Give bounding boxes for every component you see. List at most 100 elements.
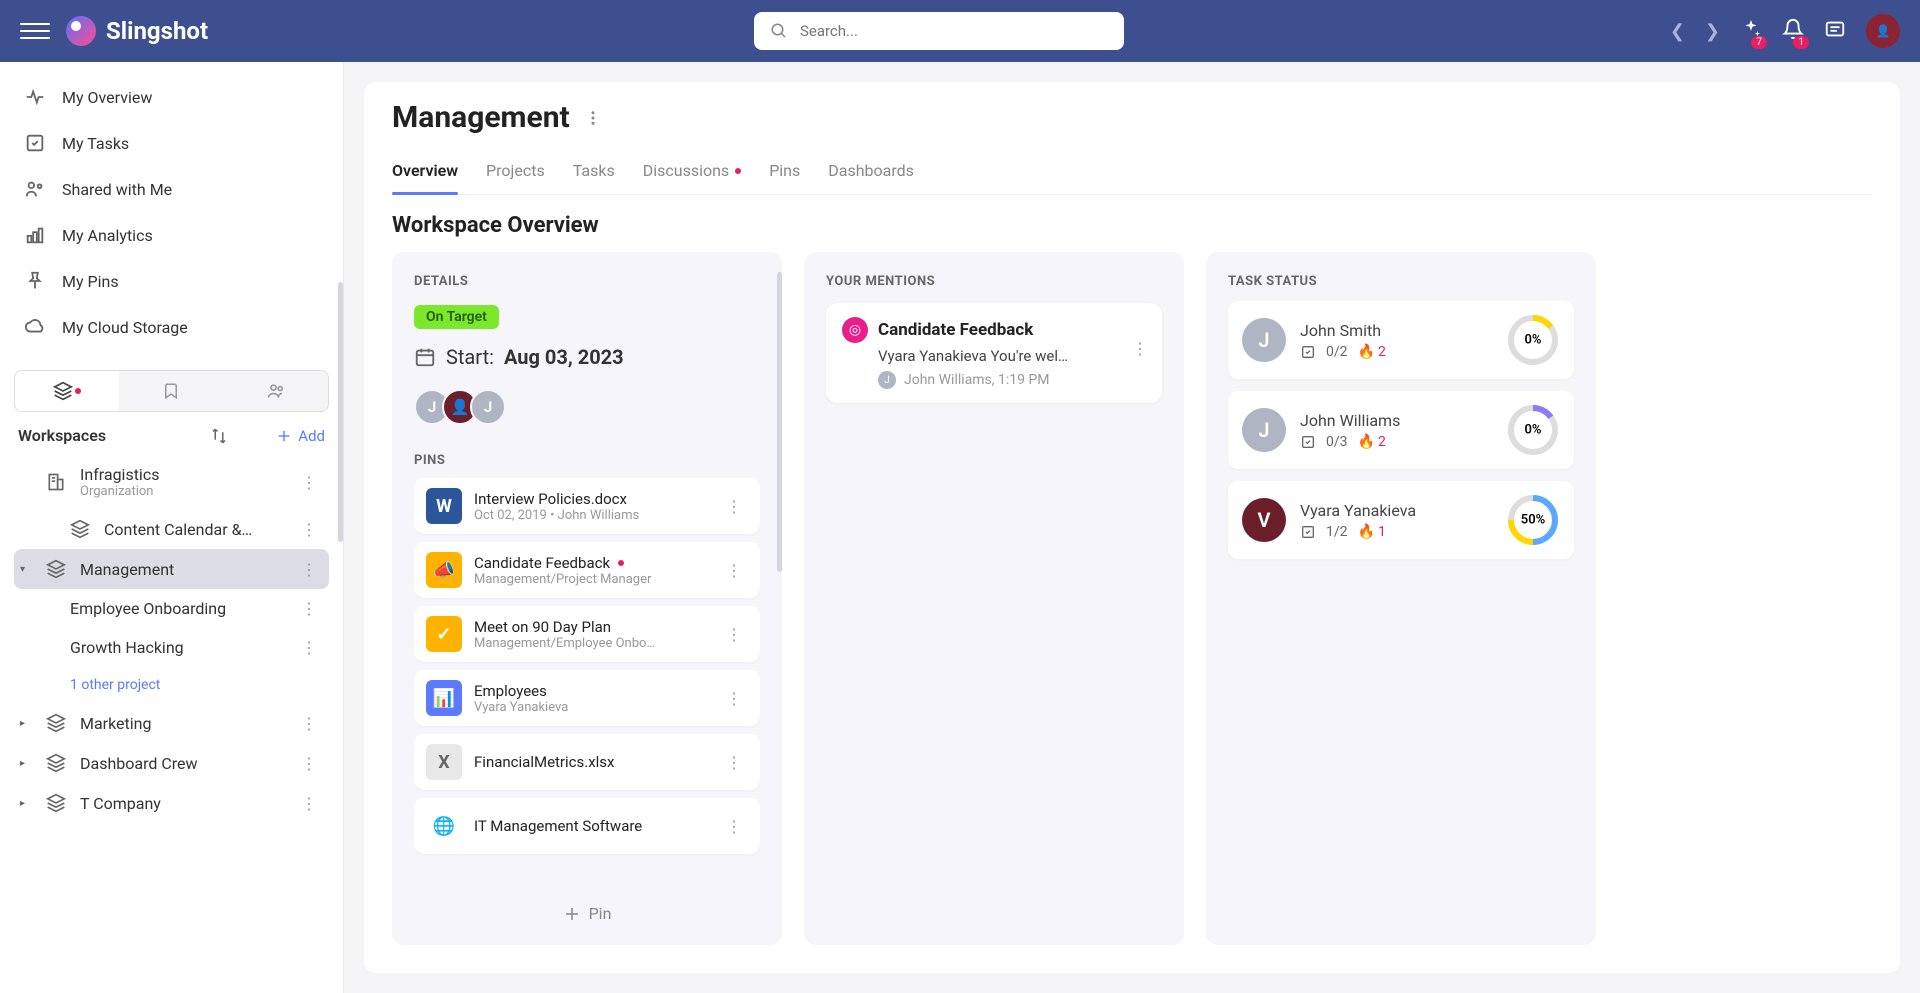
workspace-item[interactable]: InfragisticsOrganization ⋮ [14, 455, 329, 509]
workspace-icon [44, 753, 68, 773]
workspace-item[interactable]: Content Calendar &… ⋮ [14, 509, 329, 549]
chevron-icon[interactable]: ▸ [20, 758, 32, 769]
sidebar-nav-item[interactable]: My Cloud Storage [14, 304, 329, 350]
more-icon[interactable]: ⋮ [720, 625, 748, 644]
sort-icon[interactable] [210, 427, 228, 445]
tab-discussions[interactable]: Discussions [643, 153, 741, 194]
notifications-icon[interactable]: 1 [1782, 18, 1804, 44]
tab-tasks[interactable]: Tasks [573, 153, 615, 194]
workspace-item[interactable]: ▸ Marketing ⋮ [14, 703, 329, 743]
pin-body: IT Management Software [474, 817, 708, 835]
tab-dashboards[interactable]: Dashboards [828, 153, 914, 194]
ai-assistant-icon[interactable]: 7 [1740, 18, 1762, 44]
more-icon[interactable]: ⋮ [720, 817, 748, 836]
search-box[interactable] [754, 12, 1124, 50]
tab-pins[interactable]: Pins [769, 153, 800, 194]
workspace-child-item[interactable]: Growth Hacking ⋮ [14, 628, 329, 667]
pin-item[interactable]: 🌐 IT Management Software ⋮ [414, 798, 760, 854]
task-status-item[interactable]: J John Smith 0/2 🔥 2 0% [1228, 301, 1574, 379]
hamburger-menu[interactable] [20, 16, 50, 46]
more-icon[interactable]: ⋮ [295, 599, 323, 618]
progress-ring: 0% [1506, 403, 1560, 457]
sidebar-nav-item[interactable]: My Overview [14, 74, 329, 120]
tab-projects[interactable]: Projects [486, 153, 545, 194]
view-people[interactable] [224, 371, 328, 411]
workspace-child-item[interactable]: Employee Onboarding ⋮ [14, 589, 329, 628]
sidebar-nav-item[interactable]: My Pins [14, 258, 329, 304]
header-right: ❮ ❯ 7 1 👤 [1670, 14, 1900, 48]
task-status-item[interactable]: J John Williams 0/3 🔥 2 0% [1228, 391, 1574, 469]
mention-meta: J John Williams, 1:19 PM [842, 371, 1146, 389]
logo[interactable]: Slingshot [66, 16, 208, 46]
more-icon[interactable]: ⋮ [295, 560, 323, 579]
pin-file-icon: X [426, 744, 462, 780]
workspace-item[interactable]: ▾ Management ⋮ [14, 549, 329, 589]
member-avatars[interactable]: J 👤 J [414, 389, 760, 425]
search-icon [770, 22, 788, 40]
more-icon[interactable]: ⋮ [295, 473, 323, 492]
more-icon[interactable]: ⋮ [295, 638, 323, 657]
more-vertical-icon[interactable] [584, 109, 602, 127]
details-scrollbar[interactable] [777, 272, 782, 572]
sidebar: My Overview My Tasks Shared with Me My A… [0, 62, 344, 993]
mention-avatar: J [878, 371, 896, 389]
more-icon[interactable]: ⋮ [720, 561, 748, 580]
progress-label: 0% [1524, 423, 1541, 438]
mention-title: Candidate Feedback [878, 320, 1033, 340]
workspace-icon [44, 472, 68, 492]
more-icon[interactable]: ⋮ [1132, 339, 1148, 358]
nav-label: My Cloud Storage [62, 318, 188, 337]
search-input[interactable] [800, 22, 1108, 40]
task-stats: 0/2 🔥 2 [1300, 344, 1492, 360]
chevron-icon[interactable]: ▸ [20, 718, 32, 729]
chat-icon[interactable] [1824, 18, 1846, 44]
start-date-row: Start: Aug 03, 2023 [414, 345, 760, 369]
pin-item[interactable]: 📊 Employees Vyara Yanakieva ⋮ [414, 670, 760, 726]
pin-item[interactable]: 📣 Candidate Feedback Management/Project … [414, 542, 760, 598]
scrollbar[interactable] [338, 282, 343, 542]
nav-icon [24, 224, 46, 246]
sidebar-nav-item[interactable]: My Analytics [14, 212, 329, 258]
chevron-icon[interactable]: ▾ [20, 564, 32, 575]
ws-label: Dashboard Crew [80, 754, 198, 773]
nav-label: My Overview [62, 88, 152, 107]
page-title-row: Management [392, 100, 1872, 135]
sidebar-nav-item[interactable]: Shared with Me [14, 166, 329, 212]
view-bookmarks[interactable] [119, 371, 223, 411]
ai-badge: 7 [1751, 36, 1767, 49]
task-status-item[interactable]: V Vyara Yanakieva 1/2 🔥 1 50% [1228, 481, 1574, 559]
pin-item[interactable]: W Interview Policies.docx Oct 02, 2019 •… [414, 478, 760, 534]
pin-button[interactable]: Pin [414, 894, 760, 923]
more-icon[interactable]: ⋮ [720, 689, 748, 708]
add-workspace-button[interactable]: Add [276, 427, 325, 445]
sidebar-nav-item[interactable]: My Tasks [14, 120, 329, 166]
ws-label: Employee Onboarding [70, 599, 283, 618]
view-workspaces[interactable] [15, 371, 119, 411]
tab-overview[interactable]: Overview [392, 153, 458, 194]
tabs: Overview Projects Tasks Discussions Pins Dash… [392, 153, 1872, 195]
nav-forward[interactable]: ❯ [1705, 21, 1720, 42]
more-icon[interactable]: ⋮ [295, 520, 323, 539]
task-user-name: John Williams [1300, 411, 1492, 430]
header-left: Slingshot [20, 16, 208, 46]
user-avatar[interactable]: 👤 [1866, 14, 1900, 48]
pin-item[interactable]: X FinancialMetrics.xlsx ⋮ [414, 734, 760, 790]
workspace-item[interactable]: ▸ T Company ⋮ [14, 783, 329, 823]
pin-subtitle: Management/Project Manager [474, 572, 708, 587]
more-icon[interactable]: ⋮ [720, 753, 748, 772]
more-icon[interactable]: ⋮ [295, 714, 323, 733]
mention-item[interactable]: ◎ Candidate Feedback Vyara Yanakieva You… [826, 303, 1162, 403]
nav-icon [24, 316, 46, 338]
nav-back[interactable]: ❮ [1670, 21, 1685, 42]
other-projects-link[interactable]: 1 other project [14, 667, 329, 703]
pin-item[interactable]: ✓ Meet on 90 Day Plan Management/Employe… [414, 606, 760, 662]
more-icon[interactable]: ⋮ [295, 754, 323, 773]
chevron-icon[interactable]: ▸ [20, 798, 32, 809]
nav-label: My Analytics [62, 226, 153, 245]
ws-label: Content Calendar &… [104, 520, 254, 539]
more-icon[interactable]: ⋮ [720, 497, 748, 516]
checklist-icon [1300, 434, 1316, 450]
pin-title: FinancialMetrics.xlsx [474, 753, 708, 771]
workspace-item[interactable]: ▸ Dashboard Crew ⋮ [14, 743, 329, 783]
more-icon[interactable]: ⋮ [295, 794, 323, 813]
